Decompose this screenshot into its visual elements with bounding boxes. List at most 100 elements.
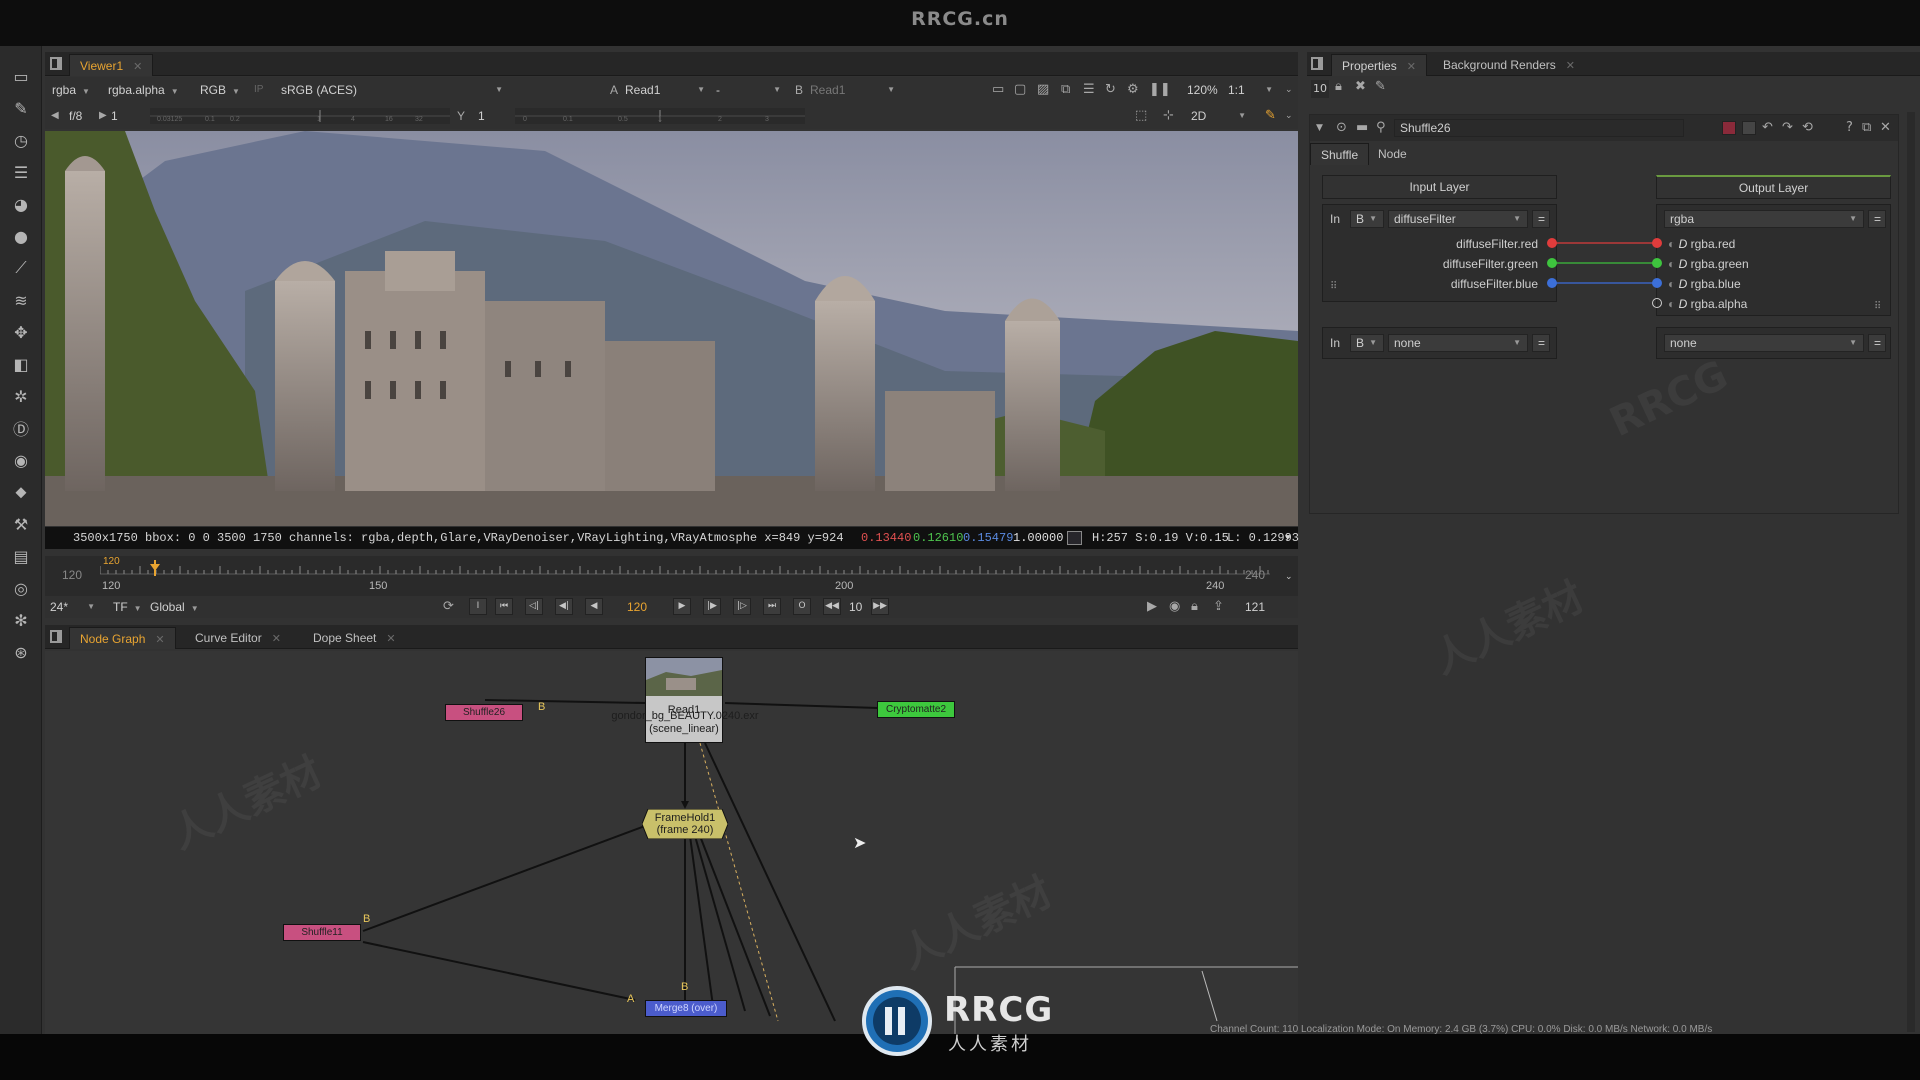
timeline-ruler[interactable]	[100, 560, 1270, 580]
input-layer2-dropdown[interactable]: none ▼	[1388, 334, 1528, 352]
out-point-button[interactable]: O	[793, 598, 811, 615]
first-frame-icon[interactable]: ⏮	[495, 598, 513, 615]
close-icon[interactable]: ✕	[386, 633, 395, 645]
pane-menu-icon[interactable]	[50, 57, 62, 70]
colorspace-dropdown[interactable]: RGB ▼	[200, 81, 240, 99]
fps-dropdown[interactable]: 24* ▼	[50, 598, 95, 616]
lut-dropdown[interactable]: sRGB (ACES) ▼	[281, 81, 503, 99]
expand-icon[interactable]: ⌄	[1285, 81, 1293, 99]
tab-properties[interactable]: Properties ✕	[1331, 54, 1427, 76]
redo-icon[interactable]: ↷	[1782, 119, 1793, 137]
layers-icon[interactable]: ☰	[1083, 81, 1095, 99]
close-icon[interactable]: ✕	[1566, 60, 1575, 72]
close-icon[interactable]: ✕	[1407, 61, 1416, 73]
alpha-dropdown[interactable]: rgba.alpha ▼	[108, 81, 179, 99]
tab-curve-editor[interactable]: Curve Editor ✕	[185, 627, 291, 649]
gain-left-icon[interactable]: ◀	[51, 107, 59, 125]
view-mode-dropdown[interactable]: 2D ▼	[1191, 107, 1246, 125]
help-icon[interactable]: ?	[1846, 119, 1853, 137]
output-red-socket[interactable]	[1652, 238, 1662, 248]
metadata-icon[interactable]: ⬥	[9, 480, 33, 504]
viewer-image[interactable]	[45, 131, 1298, 526]
paint-icon[interactable]: ✎	[1265, 107, 1276, 125]
prev-frame-icon[interactable]: ◀|	[555, 598, 573, 615]
next-keyframe-icon[interactable]: |▷	[733, 598, 751, 615]
refresh-icon[interactable]: ↻	[1105, 81, 1116, 99]
float-icon[interactable]: ⧉	[1862, 119, 1871, 137]
input-green-socket[interactable]	[1547, 258, 1557, 268]
input-layer2-menu[interactable]: =	[1532, 334, 1550, 352]
in2-source-dropdown[interactable]: B ▼	[1350, 334, 1384, 352]
end-frame-field[interactable]: 121	[1245, 598, 1265, 616]
black-white-icon[interactable]: ◐	[1668, 237, 1675, 251]
shuffle26-node[interactable]: Shuffle26	[445, 704, 523, 721]
transform-icon[interactable]: ✥	[9, 320, 33, 344]
output-layer-dropdown[interactable]: rgba ▼	[1664, 210, 1864, 228]
merge-node[interactable]: Merge8 (over)	[645, 1000, 727, 1017]
output-alpha-socket[interactable]	[1652, 298, 1662, 308]
lock-icon[interactable]: 🔒︎	[1191, 598, 1198, 616]
tab-node[interactable]: Node	[1368, 143, 1417, 165]
tile-color-button[interactable]	[1722, 121, 1736, 135]
undo-icon[interactable]: ↶	[1762, 119, 1773, 137]
input-a-dropdown[interactable]: Read1 ▼	[625, 81, 705, 99]
pause-icon[interactable]: ❚❚	[1149, 81, 1171, 99]
checker-icon[interactable]: ▨	[1037, 81, 1049, 99]
keyer-icon[interactable]: ⟋	[9, 256, 33, 280]
pane-menu-icon[interactable]	[50, 630, 62, 643]
draw-icon[interactable]: ✎	[9, 96, 33, 120]
pane-menu-icon[interactable]	[1311, 57, 1323, 70]
clear-panels-icon[interactable]: ✖	[1355, 78, 1366, 96]
flipbook-icon[interactable]: ▶	[1147, 598, 1157, 616]
d-toggle-icon[interactable]: D	[1679, 257, 1688, 271]
d-toggle-icon[interactable]: D	[1679, 237, 1688, 251]
composite-dropdown[interactable]: - ▼	[716, 81, 781, 99]
timeline[interactable]: 120 120 120 150 200 240 240 ⌄	[45, 556, 1298, 596]
black-white-icon[interactable]: ◐	[1668, 297, 1675, 311]
input-red-socket[interactable]	[1547, 238, 1557, 248]
current-frame-field[interactable]: 120	[627, 598, 647, 616]
input-layer-dropdown[interactable]: diffuseFilter ▼	[1388, 210, 1528, 228]
drag-handle-icon[interactable]: ⠿	[1330, 281, 1337, 292]
node-graph[interactable]: Read1 gondor_bg_BEAUTY.0240.exr (scene_l…	[45, 651, 1298, 1034]
output-blue-socket[interactable]	[1652, 278, 1662, 288]
tf-dropdown[interactable]: TF ▼	[113, 598, 142, 616]
scope-dropdown[interactable]: Global ▼	[150, 598, 199, 616]
output-layer2-dropdown[interactable]: none ▼	[1664, 334, 1864, 352]
safe-area-icon[interactable]: ▢	[1014, 81, 1026, 99]
wipe-icon[interactable]: ⧉	[1061, 81, 1070, 99]
node-name-field[interactable]: Shuffle26	[1394, 119, 1684, 137]
fstop-field[interactable]: f/8	[69, 107, 82, 125]
input-b-dropdown[interactable]: Read1 ▼	[810, 81, 895, 99]
revert-icon[interactable]: ⟲	[1802, 119, 1813, 137]
input-layer-menu[interactable]: =	[1532, 210, 1550, 228]
filter-icon[interactable]: ●	[9, 224, 33, 248]
shuffle11-node[interactable]: Shuffle11	[283, 924, 361, 941]
d-toggle-icon[interactable]: D	[1679, 277, 1688, 291]
cryptomatte-node[interactable]: Cryptomatte2	[877, 701, 955, 718]
gamma-field[interactable]: 1	[478, 107, 485, 125]
d-toggle-icon[interactable]: D	[1679, 297, 1688, 311]
particles-icon[interactable]: ✲	[9, 384, 33, 408]
prev-keyframe-icon[interactable]: ◁|	[525, 598, 543, 615]
play-backward-icon[interactable]: ◀	[585, 598, 603, 615]
tab-background-renders[interactable]: Background Renders ✕	[1433, 54, 1585, 76]
increment-field[interactable]: 10	[849, 598, 862, 616]
merge-icon[interactable]: ≋	[9, 288, 33, 312]
gain-field[interactable]: 1	[111, 107, 118, 125]
skip-forward-icon[interactable]: ▶▶	[871, 598, 889, 615]
pin-icon[interactable]: ✎	[1375, 78, 1386, 96]
axis-icon[interactable]: ⊹	[1163, 107, 1174, 125]
font-color-button[interactable]	[1742, 121, 1756, 135]
output-layer-menu[interactable]: =	[1868, 210, 1886, 228]
output-green-socket[interactable]	[1652, 258, 1662, 268]
play-forward-icon[interactable]: ▶	[673, 598, 691, 615]
expand-icon[interactable]: ⌄	[1285, 107, 1293, 125]
gain-slider[interactable]	[150, 108, 450, 124]
record-icon[interactable]: ◉	[1169, 598, 1180, 616]
tab-shuffle[interactable]: Shuffle	[1310, 143, 1370, 165]
ratio-dropdown[interactable]: 1:1 ▼	[1228, 81, 1273, 99]
tab-node-graph[interactable]: Node Graph ✕	[69, 627, 176, 649]
region-icon[interactable]: ⬚	[1135, 107, 1147, 125]
tab-viewer1[interactable]: Viewer1 ✕	[69, 54, 154, 76]
